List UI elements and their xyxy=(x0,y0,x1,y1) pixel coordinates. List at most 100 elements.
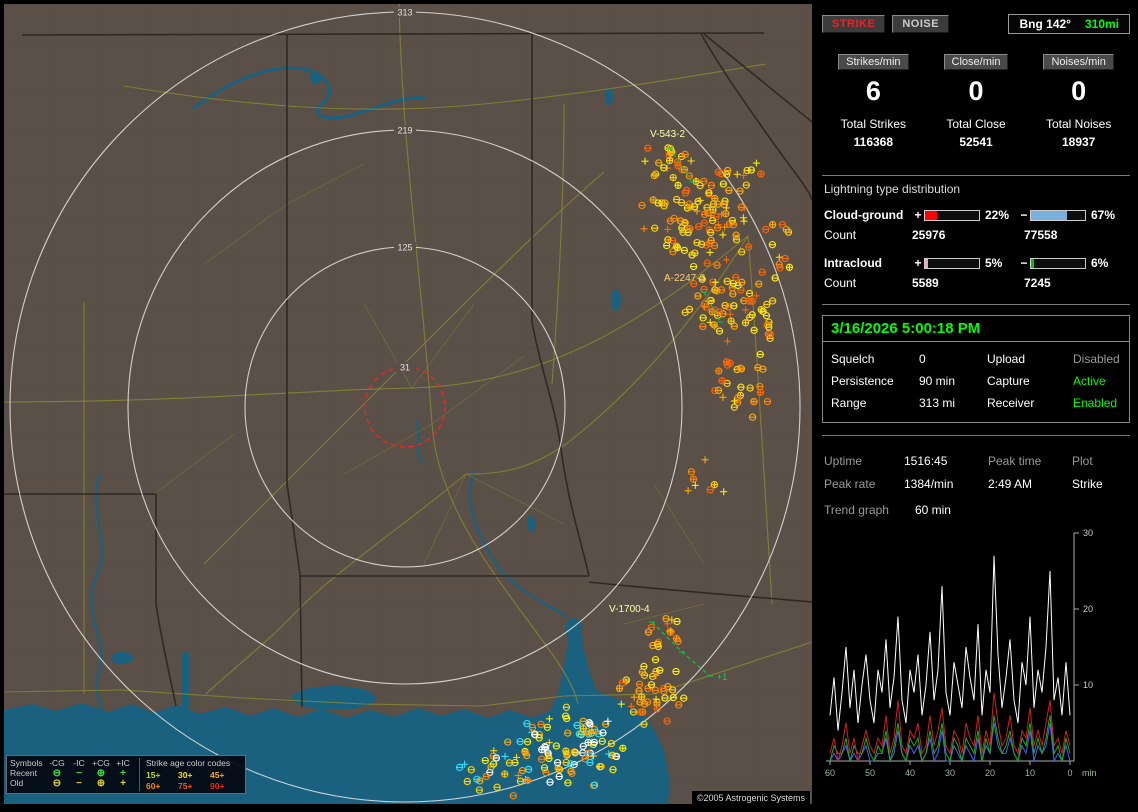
noise-mode-button[interactable]: NOISE xyxy=(892,15,949,33)
x-tick-label: 40 xyxy=(905,768,915,778)
ic-plus-pct: 5% xyxy=(980,256,1018,270)
close-per-min: Close/min 0 xyxy=(925,54,1028,105)
upload-status: Disabled xyxy=(1073,352,1121,366)
y-tick-label: 30 xyxy=(1083,528,1093,538)
cg-minus-count: 77558 xyxy=(1024,228,1130,242)
x-tick-label: 30 xyxy=(945,768,955,778)
y-tick-label: 10 xyxy=(1083,680,1093,690)
strike-symbol xyxy=(674,245,680,251)
strike-symbol xyxy=(719,378,725,384)
trend-graph: 1020306050403020100min xyxy=(822,523,1124,785)
strike-symbol xyxy=(742,320,748,326)
divider xyxy=(822,435,1130,436)
total-close: Total Close 52541 xyxy=(925,117,1028,149)
divider xyxy=(822,175,1130,176)
noises-per-min: Noises/min 0 xyxy=(1027,54,1130,105)
noises-min-chip[interactable]: Noises/min xyxy=(1043,54,1113,70)
mode-toolbar: STRIKE NOISE Bng 142° 310mi xyxy=(822,14,1130,34)
strikes-per-min: Strikes/min 6 xyxy=(822,54,925,105)
strike-symbol xyxy=(770,222,776,228)
ic-minus-gauge xyxy=(1030,258,1086,269)
age-code: 75+ xyxy=(178,781,210,791)
datetime-display: 3/16/2026 5:00:18 PM xyxy=(823,316,1129,342)
legend-row-label: Old xyxy=(10,778,46,788)
strike-symbol-icon: − xyxy=(68,769,90,778)
ring-label: 125 xyxy=(397,243,412,253)
strike-symbol-icon: − xyxy=(68,779,90,788)
lightning-map[interactable]: 31321912531 +1V-543-2A-2247-3V-1700-4 Sy… xyxy=(4,4,812,804)
cloud-ground-row: Cloud-ground + 22% − 67% xyxy=(824,208,1130,222)
strike-symbol xyxy=(757,389,763,395)
upload-label: Upload xyxy=(987,352,1073,366)
storm-cell-label: A-2247-3 xyxy=(664,273,706,284)
total-stats: Total Strikes 116368 Total Close 52541 T… xyxy=(822,117,1130,149)
squelch-label: Squelch xyxy=(831,352,919,366)
age-codes-title: Strike age color codes xyxy=(146,758,242,768)
cg-minus-pct: 67% xyxy=(1086,208,1120,222)
nexstorm-window: 31321912531 +1V-543-2A-2247-3V-1700-4 Sy… xyxy=(0,0,1138,812)
cg-plus-count: 25976 xyxy=(912,228,1024,242)
close-min-chip[interactable]: Close/min xyxy=(944,54,1009,70)
strike-symbol xyxy=(723,359,729,365)
strike-symbol xyxy=(751,399,757,405)
x-tick-label: 20 xyxy=(985,768,995,778)
bearing-readout: Bng 142° 310mi xyxy=(1008,14,1130,34)
x-axis-unit: min xyxy=(1082,768,1097,778)
storm-cell-label: V-1700-4 xyxy=(609,604,650,615)
age-code: 90+ xyxy=(210,781,242,791)
cloud-ground-counts: Count 25976 77558 xyxy=(824,228,1130,242)
legend-col-header: +IC xyxy=(112,758,134,768)
system-status-box: 3/16/2026 5:00:18 PM Squelch 0 Upload Di… xyxy=(822,315,1130,423)
legend-row: Old⊖−⊕+ xyxy=(10,778,134,788)
age-code: 15+ xyxy=(146,770,178,780)
total-strikes: Total Strikes 116368 xyxy=(822,117,925,149)
legend-row: Recent⊖−⊕+ xyxy=(10,768,134,778)
range-value: 313 mi xyxy=(919,396,987,410)
storm-cell-label: V-543-2 xyxy=(650,129,685,140)
age-code: 30+ xyxy=(178,770,210,780)
divider xyxy=(822,304,1130,305)
uptime-label: Uptime xyxy=(824,454,904,468)
intracloud-row: Intracloud + 5% − 6% xyxy=(824,256,1130,270)
age-code: 45+ xyxy=(210,770,242,780)
ic-minus-count: 7245 xyxy=(1024,276,1130,290)
close-min-value: 0 xyxy=(925,77,1028,105)
strike-symbol xyxy=(690,476,696,482)
cg-minus-gauge xyxy=(1030,210,1086,221)
strike-symbol xyxy=(563,748,569,754)
copyright-text: ©2005 Astrogenic Systems xyxy=(692,791,810,805)
uptime-value: 1516:45 xyxy=(904,454,988,468)
cloud-ground-label: Cloud-ground xyxy=(824,208,912,222)
intracloud-counts: Count 5589 7245 xyxy=(824,276,1130,290)
strike-symbol xyxy=(687,226,693,232)
cg-plus-pct: 22% xyxy=(980,208,1018,222)
strike-symbol xyxy=(716,368,722,374)
legend-symbols: Symbols -CG -IC +CG +IC Recent⊖−⊕+Old⊖−⊕… xyxy=(10,758,134,791)
cg-plus-gauge xyxy=(924,210,980,221)
count-label: Count xyxy=(824,228,912,242)
legend-row-label: Recent xyxy=(10,768,46,778)
age-code: 60+ xyxy=(146,781,178,791)
legend-symbols-label: Symbols xyxy=(10,758,46,768)
legend-col-header: +CG xyxy=(90,758,112,768)
bearing-range-value: 310mi xyxy=(1085,17,1119,31)
strike-mode-button[interactable]: STRIKE xyxy=(822,15,885,33)
strike-symbol xyxy=(727,360,733,366)
total-close-label: Total Close xyxy=(925,117,1028,131)
total-strikes-value: 116368 xyxy=(822,135,925,149)
minus-sign: − xyxy=(1018,208,1030,222)
peak-rate-label: Peak rate xyxy=(824,477,904,491)
plus-sign: + xyxy=(912,256,924,270)
trend-graph-header: Trend graph 60 min xyxy=(822,495,1130,517)
legend-col-header: -IC xyxy=(68,758,90,768)
strike-symbol-icon: ⊖ xyxy=(46,769,68,778)
ring-label: 219 xyxy=(397,126,412,136)
bearing-value: Bng 142° xyxy=(1019,17,1070,31)
strike-symbol xyxy=(525,777,531,783)
total-noises: Total Noises 18937 xyxy=(1027,117,1130,149)
legend-age-codes: Strike age color codes 15+30+45+ 60+75+90… xyxy=(139,758,242,791)
peak-time-label: Peak time xyxy=(988,454,1072,468)
ring-label: 31 xyxy=(400,363,410,373)
strike-symbol-icon: ⊕ xyxy=(90,779,112,788)
strikes-min-chip[interactable]: Strikes/min xyxy=(838,54,908,70)
